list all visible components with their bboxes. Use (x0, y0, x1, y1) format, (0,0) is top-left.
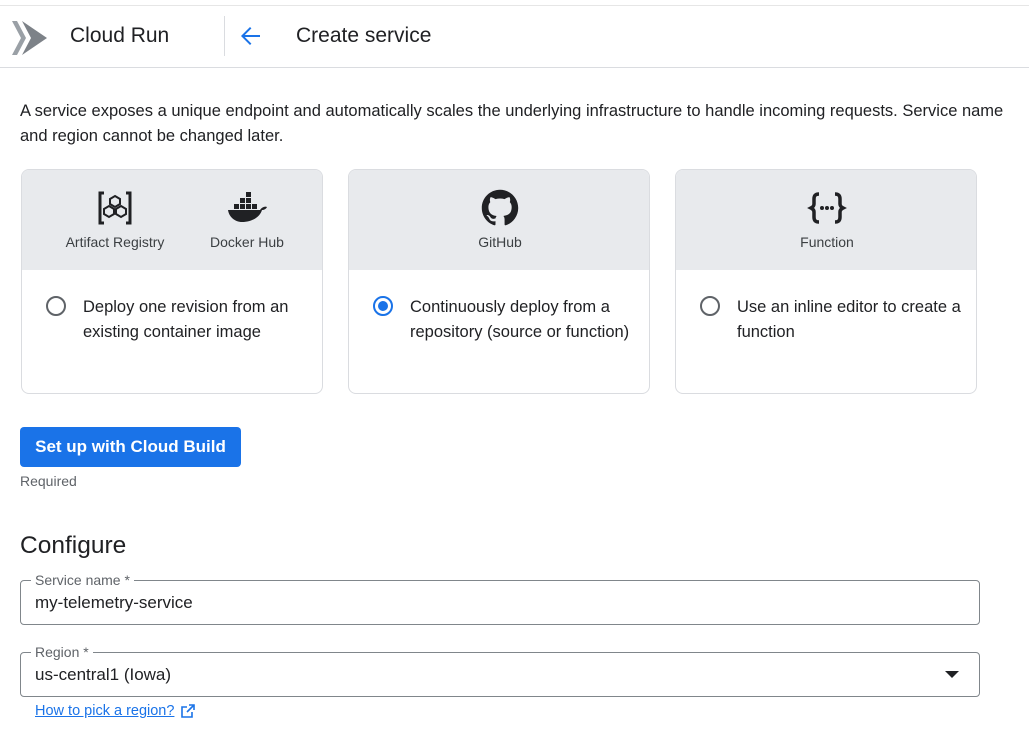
open-in-new-icon[interactable] (181, 704, 195, 718)
service-name-field[interactable]: Service name * my-telemetry-service (20, 571, 980, 625)
required-helper-text: Required (20, 473, 77, 489)
card-source-header: GitHub (349, 170, 649, 270)
pick-region-help-link[interactable]: How to pick a region? (35, 703, 174, 719)
source-label: Function (800, 234, 854, 250)
setup-cloud-build-button[interactable]: Set up with Cloud Build (20, 427, 241, 467)
docker-icon (228, 192, 267, 222)
card-source-header: Artifact Registry Docker Hub (22, 170, 322, 270)
configure-section-title: Configure (20, 532, 127, 559)
card-source-header: Function (676, 170, 976, 270)
region-value[interactable]: us-central1 (Iowa) (35, 665, 171, 685)
option-description: Continuously deploy from a repository (s… (410, 298, 630, 341)
arrow-back-icon[interactable] (234, 20, 266, 52)
function-braces-icon (807, 192, 847, 224)
page-title: Create service (296, 24, 432, 47)
service-name-label: Service name * (31, 571, 134, 589)
github-icon (481, 189, 519, 226)
service-name-input[interactable]: my-telemetry-service (35, 593, 193, 613)
artifact-registry-icon (98, 191, 132, 225)
deploy-option-repository[interactable]: GitHub Continuously deploy from a reposi… (348, 169, 650, 394)
radio-button-selected[interactable] (373, 296, 393, 316)
header-divider (224, 16, 225, 56)
source-label: Docker Hub (210, 234, 284, 250)
dropdown-arrow-icon[interactable] (945, 671, 959, 678)
region-label: Region * (31, 643, 93, 661)
radio-button[interactable] (700, 296, 720, 316)
radio-button[interactable] (46, 296, 66, 316)
deploy-option-container-image[interactable]: Artifact Registry Docker Hub Deploy one … (21, 169, 323, 394)
cloud-run-logo-icon (12, 21, 47, 55)
app-name: Cloud Run (70, 24, 170, 47)
source-label: Artifact Registry (65, 234, 165, 250)
option-description: Deploy one revision from an existing con… (83, 298, 289, 341)
app-header: Cloud Run Create service (0, 6, 1029, 68)
intro-text: A service exposes a unique endpoint and … (20, 102, 1004, 145)
source-label: GitHub (478, 234, 522, 250)
deploy-option-function[interactable]: Function Use an inline editor to create … (675, 169, 977, 394)
option-description: Use an inline editor to create a functio… (737, 298, 961, 341)
region-select[interactable]: Region * us-central1 (Iowa) (20, 643, 980, 697)
